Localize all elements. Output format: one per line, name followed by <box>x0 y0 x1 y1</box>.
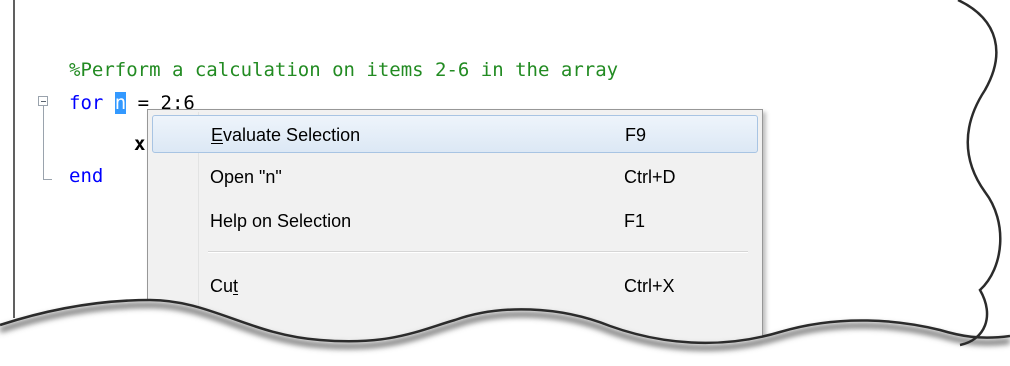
torn-paper-frame <box>0 0 1010 366</box>
screenshot-stage: %Perform a calculation on items 2-6 in t… <box>0 0 1010 366</box>
right-torn-mask <box>958 0 1010 345</box>
